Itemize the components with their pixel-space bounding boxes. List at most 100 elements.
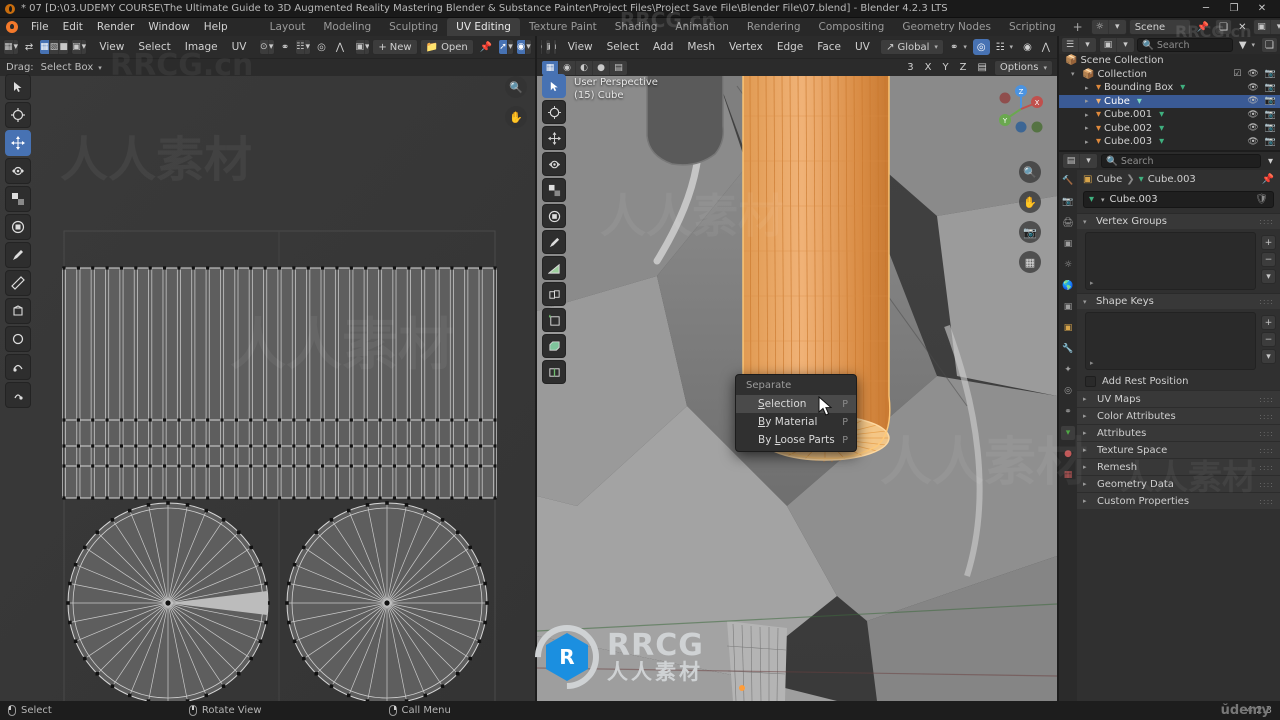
menu-help[interactable]: Help bbox=[197, 19, 235, 35]
proportional-falloff-icon[interactable]: ⋀ bbox=[332, 39, 348, 55]
add-shape-key-button[interactable]: + bbox=[1261, 315, 1276, 330]
chevron-right-icon[interactable]: ▸ bbox=[1085, 111, 1093, 119]
uv-menu-image[interactable]: Image bbox=[179, 39, 224, 55]
material-tab[interactable]: ● bbox=[1061, 447, 1075, 461]
uv-gizmo-icon[interactable]: ◉ bbox=[517, 40, 526, 54]
select-box-dropdown[interactable]: Select Box ▾ bbox=[41, 62, 102, 73]
panel-uv-maps[interactable]: ▸ UV Maps :::: bbox=[1077, 390, 1280, 407]
grab-tool-icon[interactable] bbox=[5, 326, 31, 352]
viewport-menu-edge[interactable]: Edge bbox=[771, 39, 809, 55]
vertex-groups-list[interactable] bbox=[1085, 232, 1256, 290]
tab-geometry-nodes[interactable]: Geometry Nodes bbox=[893, 18, 1000, 36]
panel-remesh[interactable]: ▸ Remesh :::: bbox=[1077, 458, 1280, 475]
menu-item-by-loose-parts[interactable]: By Loose Parts P bbox=[736, 431, 856, 449]
blender-menu-icon[interactable] bbox=[4, 19, 20, 35]
open-image-button[interactable]: 📁 Open bbox=[419, 39, 474, 55]
viewport-menu-view[interactable]: View bbox=[562, 39, 599, 55]
scene-tab[interactable]: ☼ bbox=[1061, 258, 1075, 272]
wireframe-shading-icon[interactable]: ▦ bbox=[542, 60, 559, 75]
panel-texture-space[interactable]: ▸ Texture Space :::: bbox=[1077, 441, 1280, 458]
rotate-tool-icon[interactable] bbox=[542, 152, 566, 176]
uv-vertex-select-icon[interactable]: ▦ bbox=[40, 40, 50, 54]
uv-select-mode-group[interactable]: ▦ ▧ ■ ◫ bbox=[39, 39, 70, 55]
panel-geometry-data[interactable]: ▸ Geometry Data :::: bbox=[1077, 475, 1280, 492]
outliner-dropdown-icon[interactable]: ▾ bbox=[1079, 38, 1096, 52]
uv-snap-target-group[interactable]: ☷ ▾ bbox=[295, 39, 312, 55]
outliner-row-cube-002[interactable]: ▸ ▾ Cube.002 ▾ 👁 📷 bbox=[1059, 122, 1280, 136]
viewlayer-dropdown-icon[interactable]: ▾ bbox=[1271, 20, 1280, 34]
pin-scene-icon[interactable]: 📌 bbox=[1193, 19, 1213, 35]
tweak-tool-icon[interactable] bbox=[542, 74, 566, 98]
tab-uv-editing[interactable]: UV Editing bbox=[447, 18, 520, 36]
tab-animation[interactable]: Animation bbox=[666, 18, 738, 36]
outliner-display-mode[interactable]: ☰ ▾ bbox=[1061, 37, 1097, 53]
outliner-new-collection-icon[interactable]: ❏ bbox=[1261, 37, 1278, 53]
tab-scripting[interactable]: Scripting bbox=[1000, 18, 1065, 36]
outliner-row-scene-collection[interactable]: 📦 Scene Collection bbox=[1059, 54, 1280, 68]
vertex-select-mode-icon[interactable]: ▪ bbox=[554, 40, 556, 54]
camera-icon[interactable]: 📷 bbox=[1265, 137, 1276, 147]
navigation-gizmo[interactable]: Z Y X bbox=[993, 81, 1049, 137]
correct-face-attributes-icon[interactable]: ▤ bbox=[973, 60, 990, 76]
scene-dropdown-icon[interactable]: ▾ bbox=[1109, 20, 1126, 34]
measure-tool-icon[interactable] bbox=[542, 256, 566, 280]
rip-region-tool-icon[interactable] bbox=[5, 298, 31, 324]
world-tab[interactable]: 🌎 bbox=[1061, 279, 1075, 293]
tab-rendering[interactable]: Rendering bbox=[738, 18, 810, 36]
collection-tab[interactable]: ▣ bbox=[1061, 300, 1075, 314]
outliner-filter-id-group[interactable]: ▣ ▾ bbox=[1099, 37, 1135, 53]
annotate-tool-icon[interactable] bbox=[5, 242, 31, 268]
outliner-row-bounding-box[interactable]: ▸ ▾ Bounding Box ▾ 👁 📷 bbox=[1059, 81, 1280, 95]
physics-tab[interactable]: ◎ bbox=[1061, 384, 1075, 398]
uv-edge-select-icon[interactable]: ▧ bbox=[50, 40, 60, 54]
remove-shape-key-button[interactable]: − bbox=[1261, 332, 1276, 347]
modifiers-tab[interactable]: 🔧 bbox=[1061, 342, 1075, 356]
panel-attributes[interactable]: ▸ Attributes :::: bbox=[1077, 424, 1280, 441]
chevron-right-icon[interactable]: ▸ bbox=[1085, 124, 1093, 132]
viewport-menu-vertex[interactable]: Vertex bbox=[723, 39, 769, 55]
eye-icon[interactable]: 👁 bbox=[1247, 96, 1258, 106]
shield-icon[interactable]: 🛡 bbox=[1255, 194, 1268, 205]
eye-icon[interactable]: 👁 bbox=[1247, 110, 1258, 120]
remove-vertex-group-button[interactable]: − bbox=[1261, 252, 1276, 267]
uv-gizmo-group[interactable]: ◉ ▾ bbox=[516, 39, 533, 55]
zoom-navigate-icon[interactable]: 🔍 bbox=[1019, 161, 1041, 183]
uv-menu-view[interactable]: View bbox=[93, 39, 130, 55]
bevel-tool-icon[interactable] bbox=[542, 334, 566, 358]
mesh-select-mode-group[interactable]: ▪ ╱ ■ bbox=[553, 39, 558, 55]
panel-custom-properties[interactable]: ▸ Custom Properties :::: bbox=[1077, 492, 1280, 509]
object-tab[interactable]: ▣ bbox=[1061, 321, 1075, 335]
move-tool-icon[interactable] bbox=[5, 130, 31, 156]
add-vertex-group-button[interactable]: + bbox=[1261, 235, 1276, 250]
rotate-tool-icon[interactable] bbox=[5, 158, 31, 184]
inset-faces-tool-icon[interactable] bbox=[542, 308, 566, 332]
pan-navigate-icon[interactable]: ✋ bbox=[1019, 191, 1041, 213]
viewport-menu-select[interactable]: Select bbox=[601, 39, 645, 55]
uv-overlay-icon[interactable]: ➚ bbox=[499, 40, 508, 54]
cursor-tool-icon[interactable] bbox=[5, 102, 31, 128]
snap-magnet-icon[interactable]: ⚭ ▾ bbox=[946, 39, 971, 55]
vertex-group-specials-button[interactable]: ▾ bbox=[1261, 269, 1276, 284]
pinch-tool-icon[interactable] bbox=[5, 382, 31, 408]
add-rest-position-row[interactable]: Add Rest Position bbox=[1077, 373, 1280, 390]
outliner-row-cube[interactable]: ▸ ▾ Cube ▾ 👁 📷 bbox=[1059, 94, 1280, 108]
new-image-button[interactable]: + New bbox=[372, 39, 418, 55]
proportional-falloff-dropdown[interactable]: ☷ ▾ bbox=[992, 39, 1017, 55]
properties-dropdown-icon[interactable]: ▾ bbox=[1080, 154, 1097, 168]
tab-shading[interactable]: Shading bbox=[606, 18, 667, 36]
uv-display-mode-group[interactable]: ▣ ▾ bbox=[71, 39, 87, 55]
breadcrumb-mesh[interactable]: Cube.003 bbox=[1148, 174, 1196, 185]
uv-face-select-icon[interactable]: ■ bbox=[59, 40, 69, 54]
snap-axis-y[interactable]: Y bbox=[938, 60, 952, 76]
cursor-tool-icon[interactable] bbox=[542, 100, 566, 124]
camera-icon[interactable]: 📷 bbox=[1265, 110, 1276, 120]
panel-color-attributes[interactable]: ▸ Color Attributes :::: bbox=[1077, 407, 1280, 424]
uv-display-dropdown-icon[interactable]: ▾ bbox=[82, 40, 86, 54]
camera-icon[interactable]: 📷 bbox=[1265, 83, 1276, 93]
menu-edit[interactable]: Edit bbox=[56, 19, 90, 35]
panel-header-vertex-groups[interactable]: ▾ Vertex Groups :::: bbox=[1077, 213, 1280, 229]
tab-layout[interactable]: Layout bbox=[261, 18, 315, 36]
datablock-name-field[interactable]: ▾ ▾ Cube.003 🛡 bbox=[1083, 191, 1274, 208]
transform-tool-icon[interactable] bbox=[5, 214, 31, 240]
pan-icon[interactable]: ✋ bbox=[505, 106, 527, 128]
